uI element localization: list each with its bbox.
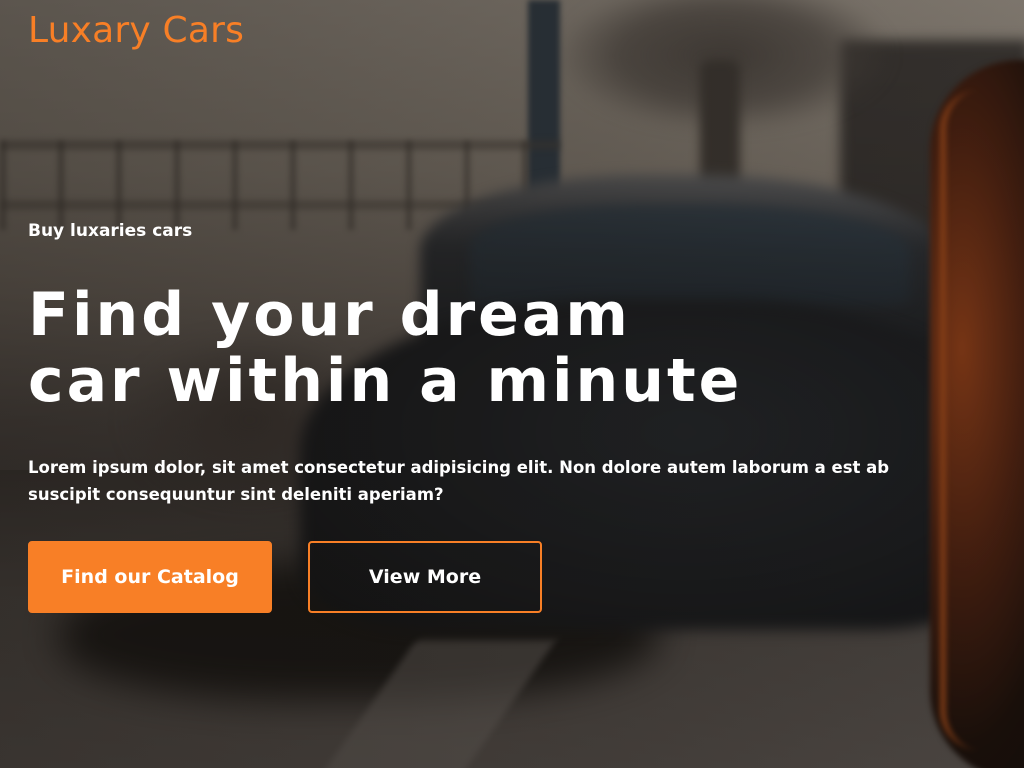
hero-headline-line-2: car within a minute <box>28 346 743 416</box>
view-more-button[interactable]: View More <box>308 541 542 613</box>
brand-logo[interactable]: Luxary Cars <box>28 10 244 51</box>
find-catalog-button[interactable]: Find our Catalog <box>28 541 272 613</box>
hero-description: Lorem ipsum dolor, sit amet consectetur … <box>28 458 890 504</box>
hero-headline: Find your dream car within a minute <box>28 282 828 414</box>
hero-eyebrow: Buy luxaries cars <box>28 221 193 241</box>
hero-headline-line-1: Find your dream <box>28 280 631 350</box>
